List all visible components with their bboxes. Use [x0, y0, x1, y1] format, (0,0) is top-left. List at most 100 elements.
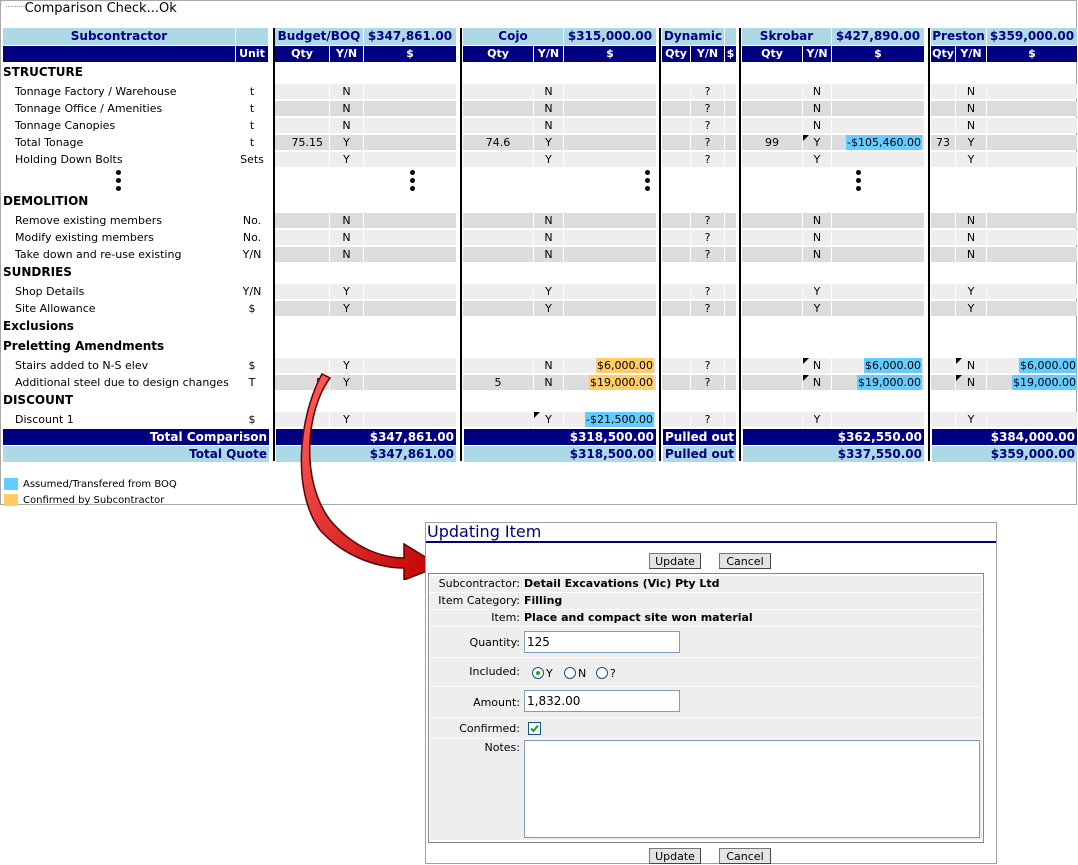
skrobar-yn[interactable]: Y [803, 412, 831, 427]
dynamic-yn[interactable]: ? [691, 375, 724, 390]
skrobar-amount[interactable] [832, 101, 924, 116]
dynamic-yn[interactable]: ? [691, 230, 724, 245]
cojo-qty[interactable]: 74.6 [463, 135, 533, 150]
skrobar-qty[interactable] [742, 412, 802, 427]
dynamic-qty[interactable] [662, 152, 690, 167]
preston-qty[interactable] [931, 247, 955, 262]
skrobar-amount[interactable]: -$105,460.00 [832, 135, 924, 150]
cancel-button-bottom[interactable]: Cancel [719, 848, 771, 864]
skrobar-qty[interactable] [742, 301, 802, 316]
dynamic-qty[interactable] [662, 375, 690, 390]
cojo-yn[interactable]: N [534, 358, 563, 373]
dynamic-qty[interactable] [662, 118, 690, 133]
dynamic-amount[interactable] [725, 213, 736, 228]
preston-qty[interactable] [931, 118, 955, 133]
preston-qty[interactable] [931, 412, 955, 427]
included-radio-n[interactable] [564, 667, 576, 679]
preston-yn[interactable]: N [956, 84, 986, 99]
preston-yn[interactable]: Y [956, 135, 986, 150]
included-radio-unknown[interactable] [596, 667, 608, 679]
skrobar-amount[interactable] [832, 152, 924, 167]
preston-amount[interactable] [987, 301, 1077, 316]
budget-yn[interactable]: Y [330, 301, 363, 316]
confirmed-checkbox[interactable] [528, 722, 541, 735]
preston-yn[interactable]: N [956, 101, 986, 116]
skrobar-yn[interactable]: Y [803, 152, 831, 167]
budget-qty[interactable]: 75.15 [275, 135, 329, 150]
cojo-amount[interactable] [564, 247, 656, 262]
dynamic-amount[interactable] [725, 358, 736, 373]
preston-yn[interactable]: Y [956, 301, 986, 316]
dynamic-amount[interactable] [725, 118, 736, 133]
skrobar-yn[interactable]: N [803, 84, 831, 99]
cojo-yn[interactable]: Y [534, 135, 563, 150]
skrobar-amount[interactable] [832, 284, 924, 299]
cojo-qty[interactable] [463, 247, 533, 262]
cojo-qty[interactable] [463, 412, 533, 427]
preston-qty[interactable] [931, 101, 955, 116]
preston-qty[interactable] [931, 358, 955, 373]
dynamic-qty[interactable] [662, 230, 690, 245]
dynamic-amount[interactable] [725, 152, 736, 167]
dynamic-amount[interactable] [725, 135, 736, 150]
dynamic-amount[interactable] [725, 84, 736, 99]
quantity-input[interactable]: 125 [524, 631, 680, 653]
preston-amount[interactable]: $6,000.00 [987, 358, 1077, 373]
budget-yn[interactable]: Y [330, 135, 363, 150]
skrobar-qty[interactable] [742, 284, 802, 299]
budget-yn[interactable]: Y [330, 152, 363, 167]
cojo-qty[interactable] [463, 230, 533, 245]
dynamic-yn[interactable]: ? [691, 152, 724, 167]
preston-yn[interactable]: Y [956, 412, 986, 427]
skrobar-amount[interactable] [832, 213, 924, 228]
budget-amount[interactable] [364, 247, 456, 262]
budget-yn[interactable]: Y [330, 284, 363, 299]
preston-amount[interactable] [987, 84, 1077, 99]
skrobar-amount[interactable] [832, 301, 924, 316]
update-button-top[interactable]: Update [649, 553, 701, 569]
dynamic-qty[interactable] [662, 301, 690, 316]
skrobar-amount[interactable] [832, 84, 924, 99]
skrobar-amount[interactable] [832, 118, 924, 133]
cojo-yn[interactable]: N [534, 375, 563, 390]
cojo-qty[interactable] [463, 358, 533, 373]
budget-yn[interactable]: N [330, 101, 363, 116]
cancel-button-top[interactable]: Cancel [719, 553, 771, 569]
preston-yn[interactable]: Y [956, 152, 986, 167]
budget-amount[interactable] [364, 152, 456, 167]
dynamic-amount[interactable] [725, 375, 736, 390]
budget-qty[interactable] [275, 101, 329, 116]
skrobar-qty[interactable] [742, 152, 802, 167]
budget-yn[interactable]: N [330, 84, 363, 99]
notes-textarea[interactable] [524, 740, 980, 838]
preston-amount[interactable] [987, 135, 1077, 150]
cojo-amount[interactable] [564, 101, 656, 116]
budget-qty[interactable] [275, 118, 329, 133]
preston-amount[interactable] [987, 247, 1077, 262]
preston-yn[interactable]: N [956, 118, 986, 133]
skrobar-yn[interactable]: N [803, 247, 831, 262]
preston-qty[interactable] [931, 152, 955, 167]
skrobar-amount[interactable]: $6,000.00 [832, 358, 924, 373]
budget-qty[interactable] [275, 230, 329, 245]
dynamic-yn[interactable]: ? [691, 301, 724, 316]
skrobar-qty[interactable] [742, 247, 802, 262]
preston-yn[interactable]: N [956, 230, 986, 245]
skrobar-yn[interactable]: N [803, 118, 831, 133]
dynamic-qty[interactable] [662, 101, 690, 116]
preston-qty[interactable] [931, 284, 955, 299]
preston-amount[interactable] [987, 213, 1077, 228]
skrobar-qty[interactable] [742, 84, 802, 99]
cojo-yn[interactable]: Y [534, 301, 563, 316]
included-radio-y[interactable] [532, 667, 544, 679]
dynamic-amount[interactable] [725, 284, 736, 299]
cojo-qty[interactable] [463, 301, 533, 316]
cojo-qty[interactable] [463, 213, 533, 228]
dynamic-amount[interactable] [725, 247, 736, 262]
cojo-amount[interactable] [564, 135, 656, 150]
budget-amount[interactable] [364, 230, 456, 245]
preston-yn[interactable]: Y [956, 284, 986, 299]
preston-qty[interactable] [931, 230, 955, 245]
budget-qty[interactable] [275, 301, 329, 316]
skrobar-qty[interactable]: 99 [742, 135, 802, 150]
